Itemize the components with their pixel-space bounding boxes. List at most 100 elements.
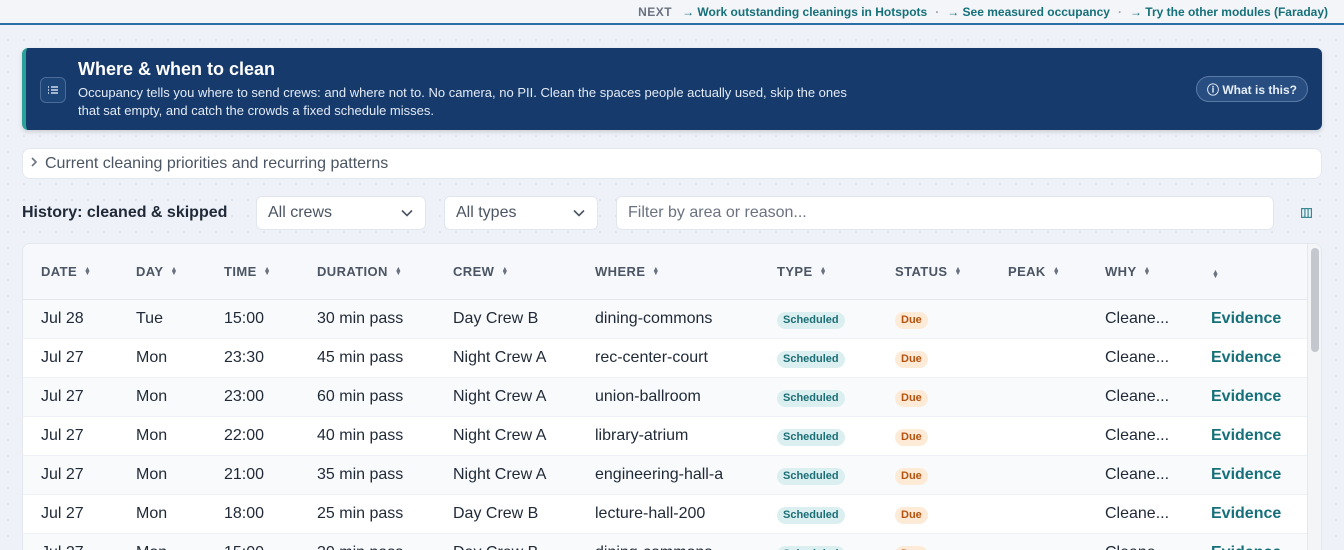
- link-other-modules[interactable]: → Try the other modules (Faraday): [1130, 5, 1328, 19]
- sort-icon: ▲ ▼: [1052, 265, 1061, 277]
- column-header-day[interactable]: DAY ▲ ▼: [136, 264, 178, 279]
- cell-time: 23:30: [224, 349, 265, 366]
- banner-description: Occupancy tells you where to send crews:…: [78, 85, 847, 118]
- crew-filter-select[interactable]: All crews: [256, 196, 426, 230]
- cell-date: Jul 27: [41, 544, 84, 550]
- cell-where: engineering-hall-a: [595, 466, 724, 483]
- table-row[interactable]: Jul 27 Mon 23:30 45 min pass Night Crew A rec…: [23, 339, 1307, 378]
- cell-date: Jul 27: [41, 505, 84, 522]
- cell-time: 18:00: [224, 505, 265, 522]
- type-badge: Scheduled: [777, 351, 845, 368]
- evidence-link[interactable]: Evidence: [1211, 466, 1281, 484]
- status-badge: Due: [895, 468, 928, 485]
- chevron-right-icon: [27, 156, 41, 171]
- table-row[interactable]: Jul 27 Mon 18:00 25 min pass Day Crew B lectu…: [23, 495, 1307, 534]
- priorities-patterns-toggle[interactable]: Current cleaning priorities and recurrin…: [22, 148, 1322, 179]
- cell-duration: 25 min pass: [317, 505, 404, 522]
- cell-where: rec-center-court: [595, 349, 708, 366]
- columns-icon[interactable]: [1298, 206, 1314, 220]
- cell-duration: 30 min pass: [317, 544, 403, 550]
- cell-date: Jul 27: [41, 349, 84, 366]
- cell-day: Mon: [136, 505, 168, 522]
- cell-why: Cleane...: [1105, 310, 1170, 327]
- column-header-date[interactable]: DATE ▲ ▼: [41, 264, 91, 279]
- evidence-link[interactable]: Evidence: [1211, 505, 1281, 523]
- collapsible-label: Current cleaning priorities and recurrin…: [45, 154, 389, 172]
- table-row[interactable]: Jul 27 Mon 22:00 40 min pass Night Crew A lib…: [23, 417, 1307, 456]
- column-header-actions[interactable]: ▲ ▼: [1205, 269, 1220, 280]
- evidence-link[interactable]: Evidence: [1211, 349, 1281, 367]
- type-badge: Scheduled: [777, 390, 845, 407]
- cell-crew: Night Crew A: [453, 388, 547, 405]
- cell-crew: Night Crew A: [453, 427, 547, 444]
- crew-filter-value: All crews: [268, 204, 333, 221]
- next-steps-bar: NEXT → Work outstanding cleanings in Hot…: [0, 0, 1344, 25]
- evidence-link[interactable]: Evidence: [1211, 427, 1281, 445]
- evidence-link[interactable]: Evidence: [1211, 388, 1281, 406]
- sort-icon: ▲ ▼: [501, 265, 509, 277]
- type-badge: Scheduled: [777, 468, 845, 485]
- sort-icon: ▲ ▼: [263, 265, 271, 277]
- table-row[interactable]: Jul 27 Mon 21:00 35 min pass Night Crew A eng…: [23, 456, 1307, 495]
- separator: ·: [1117, 4, 1122, 19]
- status-badge: Due: [895, 312, 928, 329]
- column-header-peak[interactable]: PEAK ▲ ▼: [1008, 264, 1060, 279]
- cell-duration: 60 min pass: [317, 388, 404, 405]
- sort-icon: ▲ ▼: [954, 265, 962, 277]
- cell-crew: Day Crew B: [453, 310, 539, 327]
- cell-crew: Day Crew B: [453, 505, 539, 522]
- sort-icon: ▲ ▼: [170, 265, 178, 277]
- cell-day: Mon: [136, 544, 167, 550]
- chevron-down-icon: [401, 207, 413, 219]
- column-header-where[interactable]: WHERE ▲ ▼: [595, 264, 660, 279]
- column-header-type[interactable]: TYPE ▲ ▼: [777, 264, 827, 279]
- type-badge: Scheduled: [777, 546, 845, 550]
- cell-time: 22:00: [224, 427, 265, 444]
- cell-day: Mon: [136, 349, 168, 366]
- cell-date: Jul 27: [41, 427, 84, 444]
- cell-day: Mon: [136, 388, 168, 405]
- cell-time: 15:00: [224, 544, 264, 550]
- status-badge: Due: [895, 351, 928, 368]
- cell-crew: Night Crew A: [453, 349, 547, 366]
- list-icon: [40, 77, 66, 103]
- column-header-crew[interactable]: CREW ▲ ▼: [453, 264, 509, 279]
- sort-icon: ▲ ▼: [1212, 269, 1220, 280]
- cell-why: Cleane...: [1105, 466, 1170, 483]
- history-table: DATE ▲ ▼ DAY ▲ ▼ TIME ▲ ▼ DURATION ▲ ▼ CREW ▲ ▼ WH…: [22, 243, 1322, 550]
- status-badge: Due: [895, 429, 928, 446]
- link-work-outstanding-cleanings[interactable]: → Work outstanding cleanings in Hotspots: [682, 5, 927, 19]
- table-row[interactable]: Jul 27 Mon 15:00 30 min pass Day Crew B dinin…: [23, 534, 1307, 550]
- scrollbar-thumb[interactable]: [1311, 248, 1319, 352]
- cell-where: dining-commons: [595, 544, 712, 550]
- evidence-link[interactable]: Evidence: [1211, 310, 1281, 328]
- table-row[interactable]: Jul 27 Mon 23:00 60 min pass Night Crew A uni…: [23, 378, 1307, 417]
- area-reason-filter-input[interactable]: [616, 196, 1274, 230]
- cell-why: Cleane...: [1105, 388, 1170, 405]
- status-badge: Due: [895, 507, 928, 524]
- sort-icon: ▲ ▼: [394, 265, 403, 277]
- cell-date: Jul 27: [41, 388, 84, 405]
- cell-why: Cleane...: [1105, 505, 1170, 522]
- column-header-duration[interactable]: DURATION ▲ ▼: [317, 264, 402, 279]
- chevron-down-icon: [573, 207, 585, 219]
- column-header-time[interactable]: TIME ▲ ▼: [224, 264, 271, 279]
- cell-where: dining-commons: [595, 310, 713, 327]
- cell-date: Jul 28: [41, 310, 84, 327]
- type-filter-select[interactable]: All types: [444, 196, 598, 230]
- evidence-link[interactable]: Evidence: [1211, 544, 1281, 550]
- cell-crew: Day Crew B: [453, 544, 538, 550]
- what-is-this-button[interactable]: ⓘ What is this?: [1195, 76, 1308, 102]
- type-badge: Scheduled: [777, 507, 845, 524]
- table-scrollbar[interactable]: [1307, 244, 1321, 550]
- next-label: NEXT: [638, 4, 673, 19]
- link-measured-occupancy[interactable]: → See measured occupancy: [947, 5, 1110, 19]
- table-row[interactable]: Jul 28 Tue 15:00 30 min pass Day Crew B dinin…: [23, 300, 1307, 339]
- column-header-status[interactable]: STATUS ▲ ▼: [895, 264, 962, 279]
- column-header-why[interactable]: WHY ▲ ▼: [1105, 264, 1151, 279]
- status-badge: Due: [895, 546, 928, 550]
- cell-why: Cleane...: [1105, 427, 1170, 444]
- table-header: DATE ▲ ▼ DAY ▲ ▼ TIME ▲ ▼ DURATION ▲ ▼ CREW ▲ ▼ WH…: [23, 244, 1307, 300]
- banner-title: Where & when to clean: [78, 59, 276, 79]
- cell-day: Tue: [136, 310, 163, 327]
